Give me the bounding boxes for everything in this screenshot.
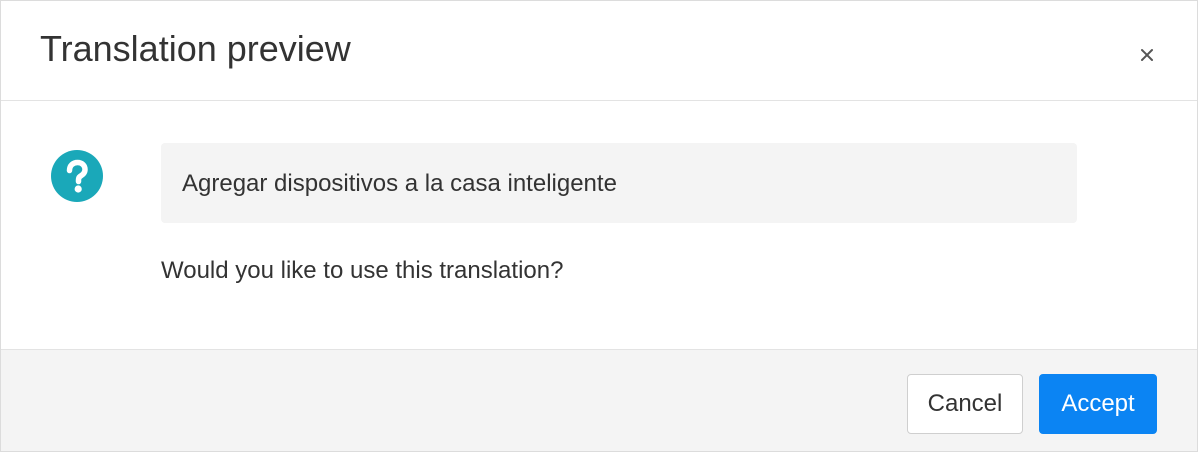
close-button[interactable]	[1131, 39, 1163, 71]
close-icon	[1141, 49, 1153, 61]
translation-text: Agregar dispositivos a la casa inteligen…	[182, 170, 617, 197]
question-icon	[51, 150, 103, 202]
dialog-header: Translation preview	[1, 1, 1197, 101]
accept-button[interactable]: Accept	[1039, 374, 1157, 434]
confirmation-prompt: Would you like to use this translation?	[161, 257, 564, 284]
cancel-button[interactable]: Cancel	[907, 374, 1023, 434]
dialog-title: Translation preview	[40, 28, 351, 69]
dialog-body: Agregar dispositivos a la casa inteligen…	[1, 101, 1197, 349]
translation-preview-dialog: Translation preview Agregar dispositivos…	[0, 0, 1198, 452]
translation-preview-box: Agregar dispositivos a la casa inteligen…	[161, 143, 1077, 223]
dialog-footer: Cancel Accept	[1, 349, 1197, 451]
